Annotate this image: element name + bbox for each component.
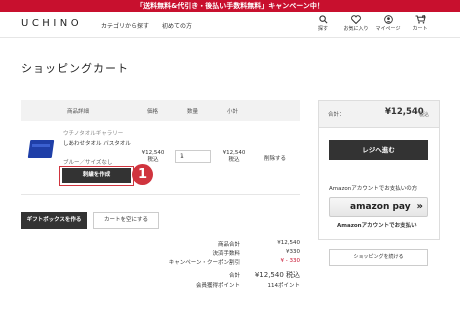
quantity-select[interactable]: 1 ⌄ xyxy=(175,150,211,163)
site-logo[interactable]: UCHINO xyxy=(21,18,82,29)
page-title: ショッピングカート xyxy=(21,62,129,75)
total-label: キャンペーン・クーポン割引 xyxy=(168,260,240,266)
nav-first-time[interactable]: 初めての方 xyxy=(162,21,192,30)
amazon-pay-caption: Amazonアカウントでお支払い xyxy=(337,223,417,229)
row-divider xyxy=(21,194,300,195)
site-header: UCHINO カテゴリから探す 初めての方 探す お気に入り マイページ 1 カ… xyxy=(0,12,460,38)
header-favorites[interactable]: お気に入り xyxy=(339,15,373,32)
chevron-down-icon: ⌄ xyxy=(180,153,185,159)
giftbox-button[interactable]: ギフトボックスを作る xyxy=(21,212,87,229)
product-name[interactable]: しあわせタオル バスタオル xyxy=(63,140,135,148)
amazon-pay-logo: amazon pay xyxy=(350,202,411,212)
item-subtotal-tax: 税込 xyxy=(228,157,240,163)
total-value: ¥12,540 税込 xyxy=(254,271,300,279)
total-value: 114ポイント xyxy=(267,283,301,289)
header-mypage[interactable]: マイページ xyxy=(371,15,405,32)
cart-table-header: 商品詳細 価格 数量 小計 xyxy=(21,100,300,121)
product-brand[interactable]: ウチノタオルギャラリー xyxy=(63,129,123,137)
create-embroidery-button[interactable]: 刺繍を作成 xyxy=(62,168,131,183)
total-label: 会員獲得ポイント xyxy=(195,283,240,289)
total-label: 決済手数料 xyxy=(212,251,240,257)
total-label: 合計 xyxy=(228,273,240,279)
total-value: ¥330 xyxy=(286,249,300,255)
checkout-button[interactable]: レジへ進む xyxy=(329,140,428,160)
total-value: ¥12,540 xyxy=(277,240,300,246)
item-price-tax: 税込 xyxy=(147,157,159,163)
total-value: ¥ - 330 xyxy=(280,258,300,264)
mypage-label: マイページ xyxy=(375,26,401,32)
header-product: 商品詳細 xyxy=(67,109,90,115)
item-subtotal: ¥12,540 税込 xyxy=(222,150,246,164)
cart-label: カート xyxy=(412,26,428,32)
item-price: ¥12,540 税込 xyxy=(141,150,165,164)
header-cart[interactable]: 1 カート xyxy=(403,15,437,32)
product-thumbnail-stripe xyxy=(32,144,50,147)
summary-total-tax: 税込 xyxy=(419,112,430,118)
header-price: 価格 xyxy=(147,109,159,115)
heart-icon xyxy=(351,15,361,24)
cart-icon: 1 xyxy=(415,15,426,24)
nav-category[interactable]: カテゴリから探す xyxy=(101,21,149,30)
continue-shopping-button[interactable]: ショッピングを続ける xyxy=(329,249,428,266)
total-label: 商品合計 xyxy=(217,242,240,248)
amazon-note: Amazonアカウントでお支払いの方 xyxy=(329,186,418,192)
header-subtotal: 小計 xyxy=(227,109,239,115)
user-icon xyxy=(383,15,393,24)
item-subtotal-value: ¥12,540 xyxy=(222,150,246,156)
amazon-pay-button[interactable]: amazon pay » xyxy=(329,197,428,217)
summary-total-value: ¥12,540 xyxy=(385,107,424,117)
item-price-value: ¥12,540 xyxy=(141,150,165,156)
header-qty: 数量 xyxy=(187,109,199,115)
search-label: 探す xyxy=(317,26,328,32)
search-icon xyxy=(318,15,327,24)
empty-cart-button[interactable]: カートを空にする xyxy=(93,212,159,229)
product-thumbnail[interactable] xyxy=(27,140,55,158)
favorites-label: お気に入り xyxy=(343,26,369,32)
delete-item-link[interactable]: 削除する xyxy=(264,154,286,162)
campaign-banner[interactable]: 「送料無料&代引き・後払い手数料無料」キャンペーン中！ xyxy=(0,0,460,12)
summary-total-label: 合計： xyxy=(328,112,345,118)
step-badge: 1 xyxy=(132,164,153,185)
header-search[interactable]: 探す xyxy=(306,15,340,32)
double-chevron-right-icon: » xyxy=(416,201,423,212)
product-option: ブルー／サイズなし xyxy=(63,160,113,166)
